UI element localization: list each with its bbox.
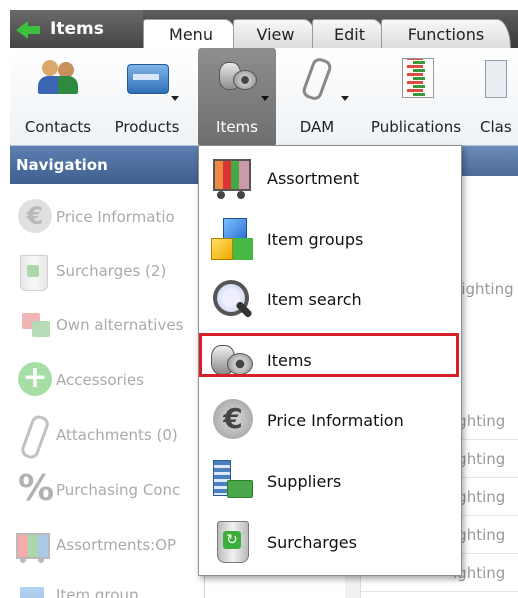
contacts-icon bbox=[36, 56, 80, 96]
menu-item-label: Items bbox=[267, 350, 312, 370]
nav-item-label: Item group bbox=[56, 586, 139, 598]
ribbon-toolbar: Contacts Products Items DAM Publications… bbox=[10, 48, 518, 146]
nav-item-attachments[interactable]: Attachments (0) bbox=[10, 412, 178, 458]
paperclip-icon bbox=[10, 413, 54, 457]
menu-item-suppliers[interactable]: Suppliers bbox=[205, 453, 457, 509]
paperclip-icon bbox=[295, 56, 349, 101]
plus-icon bbox=[10, 358, 54, 402]
menu-item-label: Price Information bbox=[267, 410, 404, 430]
nav-item-label: Attachments (0) bbox=[56, 426, 178, 444]
building-truck-icon bbox=[209, 458, 255, 504]
euro-icon bbox=[209, 397, 255, 443]
magnifier-icon bbox=[209, 276, 255, 322]
nav-item-surcharges[interactable]: Surcharges (2) bbox=[10, 248, 166, 294]
tab-edit[interactable]: Edit bbox=[312, 19, 387, 48]
ribbon-label: DAM bbox=[299, 118, 335, 136]
nav-item-assortments[interactable]: Assortments:OP bbox=[10, 522, 176, 568]
menu-item-label: Assortment bbox=[267, 168, 360, 188]
chevron-down-icon[interactable] bbox=[171, 96, 179, 101]
nut-bolt-icon bbox=[209, 337, 255, 383]
shopping-cart-icon bbox=[209, 155, 255, 201]
nav-item-accessories[interactable]: Accessories bbox=[10, 357, 144, 403]
ribbon-label: Clas bbox=[480, 118, 512, 136]
menu-item-items[interactable]: Items bbox=[205, 332, 457, 388]
menu-item-label: Item search bbox=[267, 289, 362, 309]
chevron-down-icon[interactable] bbox=[261, 96, 269, 101]
classification-icon bbox=[476, 56, 518, 98]
ribbon-button-items[interactable]: Items bbox=[198, 48, 276, 146]
menu-item-label: Item groups bbox=[267, 229, 364, 249]
ribbon-label: Items bbox=[216, 118, 258, 136]
table-cell: Lighting bbox=[453, 280, 514, 298]
items-icon bbox=[215, 56, 269, 101]
menu-item-item-search[interactable]: Item search bbox=[205, 271, 457, 327]
ribbon-label: Publications bbox=[370, 118, 462, 136]
ribbon-label: Products bbox=[114, 118, 180, 136]
tab-view[interactable]: View bbox=[233, 19, 318, 48]
nav-item-price-information[interactable]: Price Informatio bbox=[10, 194, 175, 240]
cart-icon bbox=[10, 523, 54, 567]
menu-item-label: Surcharges bbox=[267, 532, 357, 552]
top-tab-bar: Items Menu View Edit Functions bbox=[10, 10, 518, 48]
euro-icon bbox=[10, 195, 54, 239]
items-dropdown-menu: Assortment Item groups Item search Items… bbox=[198, 145, 462, 576]
nav-item-label: Accessories bbox=[56, 371, 144, 389]
recycle-bin-icon bbox=[209, 519, 255, 565]
nav-item-own-alternatives[interactable]: Own alternatives bbox=[10, 302, 183, 348]
percent-icon bbox=[10, 468, 54, 512]
publications-icon bbox=[394, 56, 438, 98]
nav-item-label: Price Informatio bbox=[56, 208, 175, 226]
menu-item-price-information[interactable]: Price Information bbox=[205, 392, 457, 448]
nav-item-item-group[interactable]: Item group bbox=[10, 572, 138, 598]
ribbon-button-dam[interactable]: DAM bbox=[286, 48, 349, 146]
ribbon-button-contacts[interactable]: Contacts bbox=[14, 48, 102, 146]
menu-item-item-groups[interactable]: Item groups bbox=[205, 211, 457, 267]
navigation-header: Navigation bbox=[10, 146, 204, 184]
blocks-icon bbox=[209, 216, 255, 262]
app-title: Items bbox=[50, 19, 104, 39]
tab-functions[interactable]: Functions bbox=[381, 19, 511, 48]
ribbon-button-publications[interactable]: Publications bbox=[366, 48, 466, 146]
app-home-button[interactable]: Items bbox=[10, 10, 143, 48]
recycle-bin-icon bbox=[10, 249, 54, 293]
nav-item-label: Own alternatives bbox=[56, 316, 184, 334]
nav-item-label: Assortments:OP bbox=[56, 536, 177, 554]
back-arrow-icon bbox=[16, 18, 42, 40]
menu-item-surcharges[interactable]: Surcharges bbox=[205, 514, 457, 570]
nav-item-purchasing-conditions[interactable]: Purchasing Conc bbox=[10, 467, 180, 513]
ribbon-label: Contacts bbox=[24, 118, 92, 136]
item-group-icon bbox=[10, 573, 54, 598]
navigation-panel: Navigation Price Informatio Surcharges (… bbox=[10, 146, 205, 598]
ribbon-button-products[interactable]: Products bbox=[106, 48, 188, 146]
ribbon-button-classification[interactable]: Clas bbox=[476, 48, 518, 146]
tab-menu[interactable]: Menu bbox=[143, 19, 239, 48]
products-icon bbox=[125, 56, 179, 101]
nav-item-label: Purchasing Conc bbox=[56, 481, 181, 499]
alternatives-icon bbox=[10, 303, 54, 347]
nav-item-label: Surcharges (2) bbox=[56, 262, 167, 280]
chevron-down-icon[interactable] bbox=[341, 96, 349, 101]
menu-item-assortment[interactable]: Assortment bbox=[205, 150, 457, 206]
menu-item-label: Suppliers bbox=[267, 471, 342, 491]
